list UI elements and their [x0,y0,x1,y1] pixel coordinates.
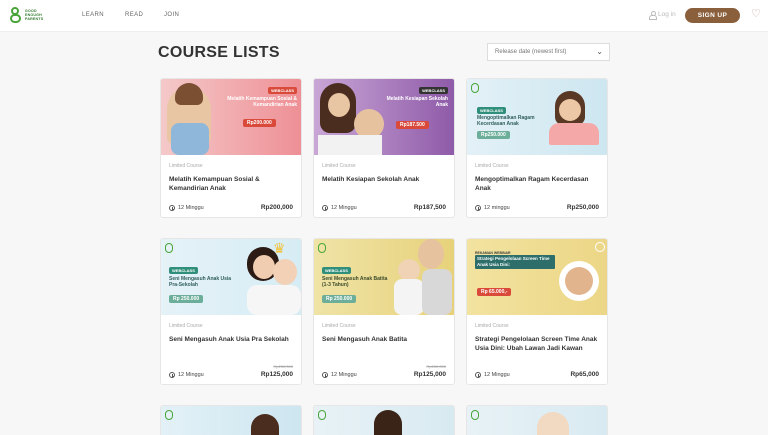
course-card-partial[interactable] [313,405,455,435]
course-banner: WEBCLASS Seni Mengasuh Anak Usia Pra-Sek… [161,239,301,315]
course-title: Melatih Kesiapan Sekolah Anak [322,176,420,183]
course-duration: 12 Minggu [322,205,357,211]
chevron-down-icon: ⌄ [596,47,603,56]
course-price: Rp200,000 [260,204,293,211]
course-card[interactable]: WEBCLASS Mengoptimalkan Ragam Kecerdasan… [466,78,608,218]
course-card-partial[interactable] [160,405,302,435]
course-banner: WEBCLASS Mengoptimalkan Ragam Kecerdasan… [467,79,607,155]
sort-select[interactable]: Release date (newest first) ⌄ [487,43,610,61]
course-banner: WEBCLASS Melatih Kesiapan Sekolah Anak R… [314,79,454,155]
sort-value: Release date (newest first) [495,49,567,55]
clock-icon [475,372,481,378]
course-duration: 12 Minggu [169,372,204,378]
course-title: Seni Mengasuh Anak Usia Pra Sekolah [169,336,289,343]
course-title: Seni Mengasuh Anak Batita [322,336,407,343]
site-logo[interactable]: GOOD ENOUGH PARENTS [10,7,43,23]
course-card-partial[interactable] [466,405,608,435]
course-duration: 12 minggu [475,205,510,211]
course-price: Rp125,000 [260,371,293,378]
course-duration: 12 Minggu [475,372,510,378]
clock-icon [169,372,175,378]
course-price: Rp65,000 [570,371,599,378]
clock-icon [475,205,481,211]
course-old-price: Rp250,000 [273,364,293,369]
course-type: Limited Course [322,323,356,329]
course-price: Rp187,500 [413,204,446,211]
course-type: Limited Course [322,163,356,169]
course-banner: WEBCLASS Seni Mengasuh Anak Batita (1-3 … [314,239,454,315]
course-title: Mengoptimalkan Ragam Kecerdasan Anak [475,176,589,192]
nav-link-join[interactable]: JOIN [164,12,179,18]
course-title: Melatih Kemampuan Sosial & Kemandirian A… [169,176,260,192]
course-banner: REKAMAN WEBINAR Strategi Pengelolaan Scr… [467,239,607,315]
login-link[interactable]: Log in [649,11,676,20]
course-title: Strategi Pengelolaan Screen Time Anak Us… [475,336,598,352]
clock-icon [322,205,328,211]
course-duration: 12 Minggu [322,372,357,378]
nav-link-read[interactable]: READ [125,12,143,18]
clock-icon [322,372,328,378]
clock-icon [169,205,175,211]
course-price: Rp250,000 [566,204,599,211]
course-type: Limited Course [475,323,509,329]
course-card[interactable]: WEBCLASS Seni Mengasuh Anak Batita (1-3 … [313,238,455,385]
page-title: COURSE LISTS [158,44,280,61]
course-card[interactable]: WEBCLASS Seni Mengasuh Anak Usia Pra-Sek… [160,238,302,385]
course-type: Limited Course [169,163,203,169]
heart-icon[interactable]: ♡ [751,9,761,20]
course-card[interactable]: WEBCLASS Melatih Kemampuan Sosial & Kema… [160,78,302,218]
course-type: Limited Course [169,323,203,329]
logo-icon [10,7,22,23]
user-icon [649,11,657,20]
course-price: Rp125,000 [413,371,446,378]
nav-link-learn[interactable]: LEARN [82,12,104,18]
course-card[interactable]: REKAMAN WEBINAR Strategi Pengelolaan Scr… [466,238,608,385]
top-navbar: GOOD ENOUGH PARENTS LEARN READ JOIN Log in… [0,0,768,32]
course-old-price: Rp250,000 [426,364,446,369]
signup-button[interactable]: SIGN UP [685,8,740,23]
course-banner: WEBCLASS Melatih Kemampuan Sosial & Kema… [161,79,301,155]
course-type: Limited Course [475,163,509,169]
course-card[interactable]: WEBCLASS Melatih Kesiapan Sekolah Anak R… [313,78,455,218]
course-duration: 12 Minggu [169,205,204,211]
